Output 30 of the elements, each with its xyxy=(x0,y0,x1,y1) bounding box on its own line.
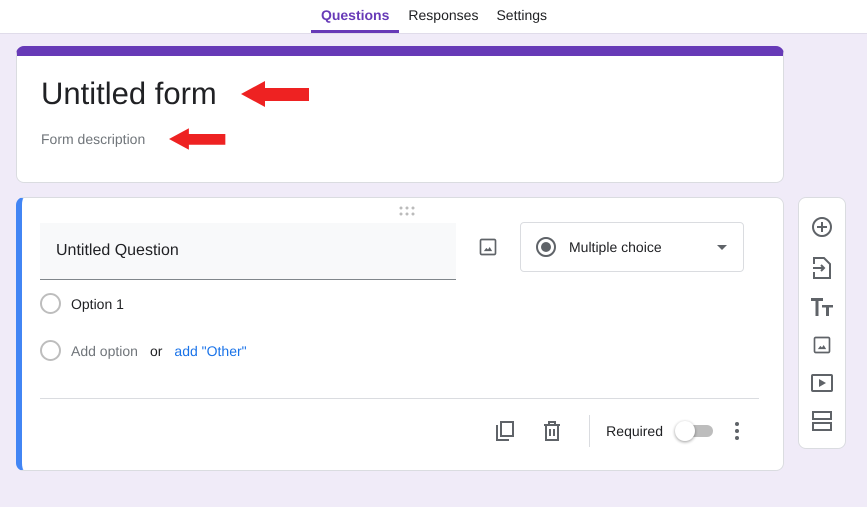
arrow-icon xyxy=(240,79,311,109)
add-option-field[interactable]: Add option xyxy=(71,342,138,358)
title-text-icon[interactable] xyxy=(811,298,833,316)
import-icon[interactable] xyxy=(813,256,831,278)
tab[interactable]: Responses xyxy=(399,0,488,33)
option-label[interactable]: Option 1 xyxy=(71,296,124,312)
image-icon[interactable] xyxy=(812,334,832,354)
tab[interactable]: Questions xyxy=(310,0,400,33)
image-icon[interactable] xyxy=(478,237,498,257)
arrow-icon xyxy=(169,126,228,152)
video-icon[interactable] xyxy=(811,374,833,392)
required-toggle[interactable] xyxy=(675,421,713,441)
question-title-field[interactable]: Untitled Question xyxy=(40,222,456,280)
trash-icon[interactable] xyxy=(543,421,562,441)
form-title[interactable]: Untitled form xyxy=(41,76,217,112)
add-other-link[interactable]: add "Other" xyxy=(174,342,247,358)
caret-icon xyxy=(717,244,727,250)
section-icon[interactable] xyxy=(812,410,832,430)
radio-button[interactable] xyxy=(40,340,61,361)
radio-button[interactable] xyxy=(40,293,61,314)
copy-icon[interactable] xyxy=(495,420,516,442)
radio-icon xyxy=(535,236,557,258)
drag-handle-icon[interactable] xyxy=(399,206,415,216)
required-label: Required xyxy=(606,423,663,439)
form-description[interactable]: Form description xyxy=(41,131,146,147)
more-icon[interactable] xyxy=(735,422,739,440)
question-type-dropdown[interactable]: Multiple choice xyxy=(520,222,744,272)
tab[interactable]: Settings xyxy=(487,0,556,33)
or-text: or xyxy=(150,342,162,358)
add-question-icon[interactable] xyxy=(811,216,833,238)
